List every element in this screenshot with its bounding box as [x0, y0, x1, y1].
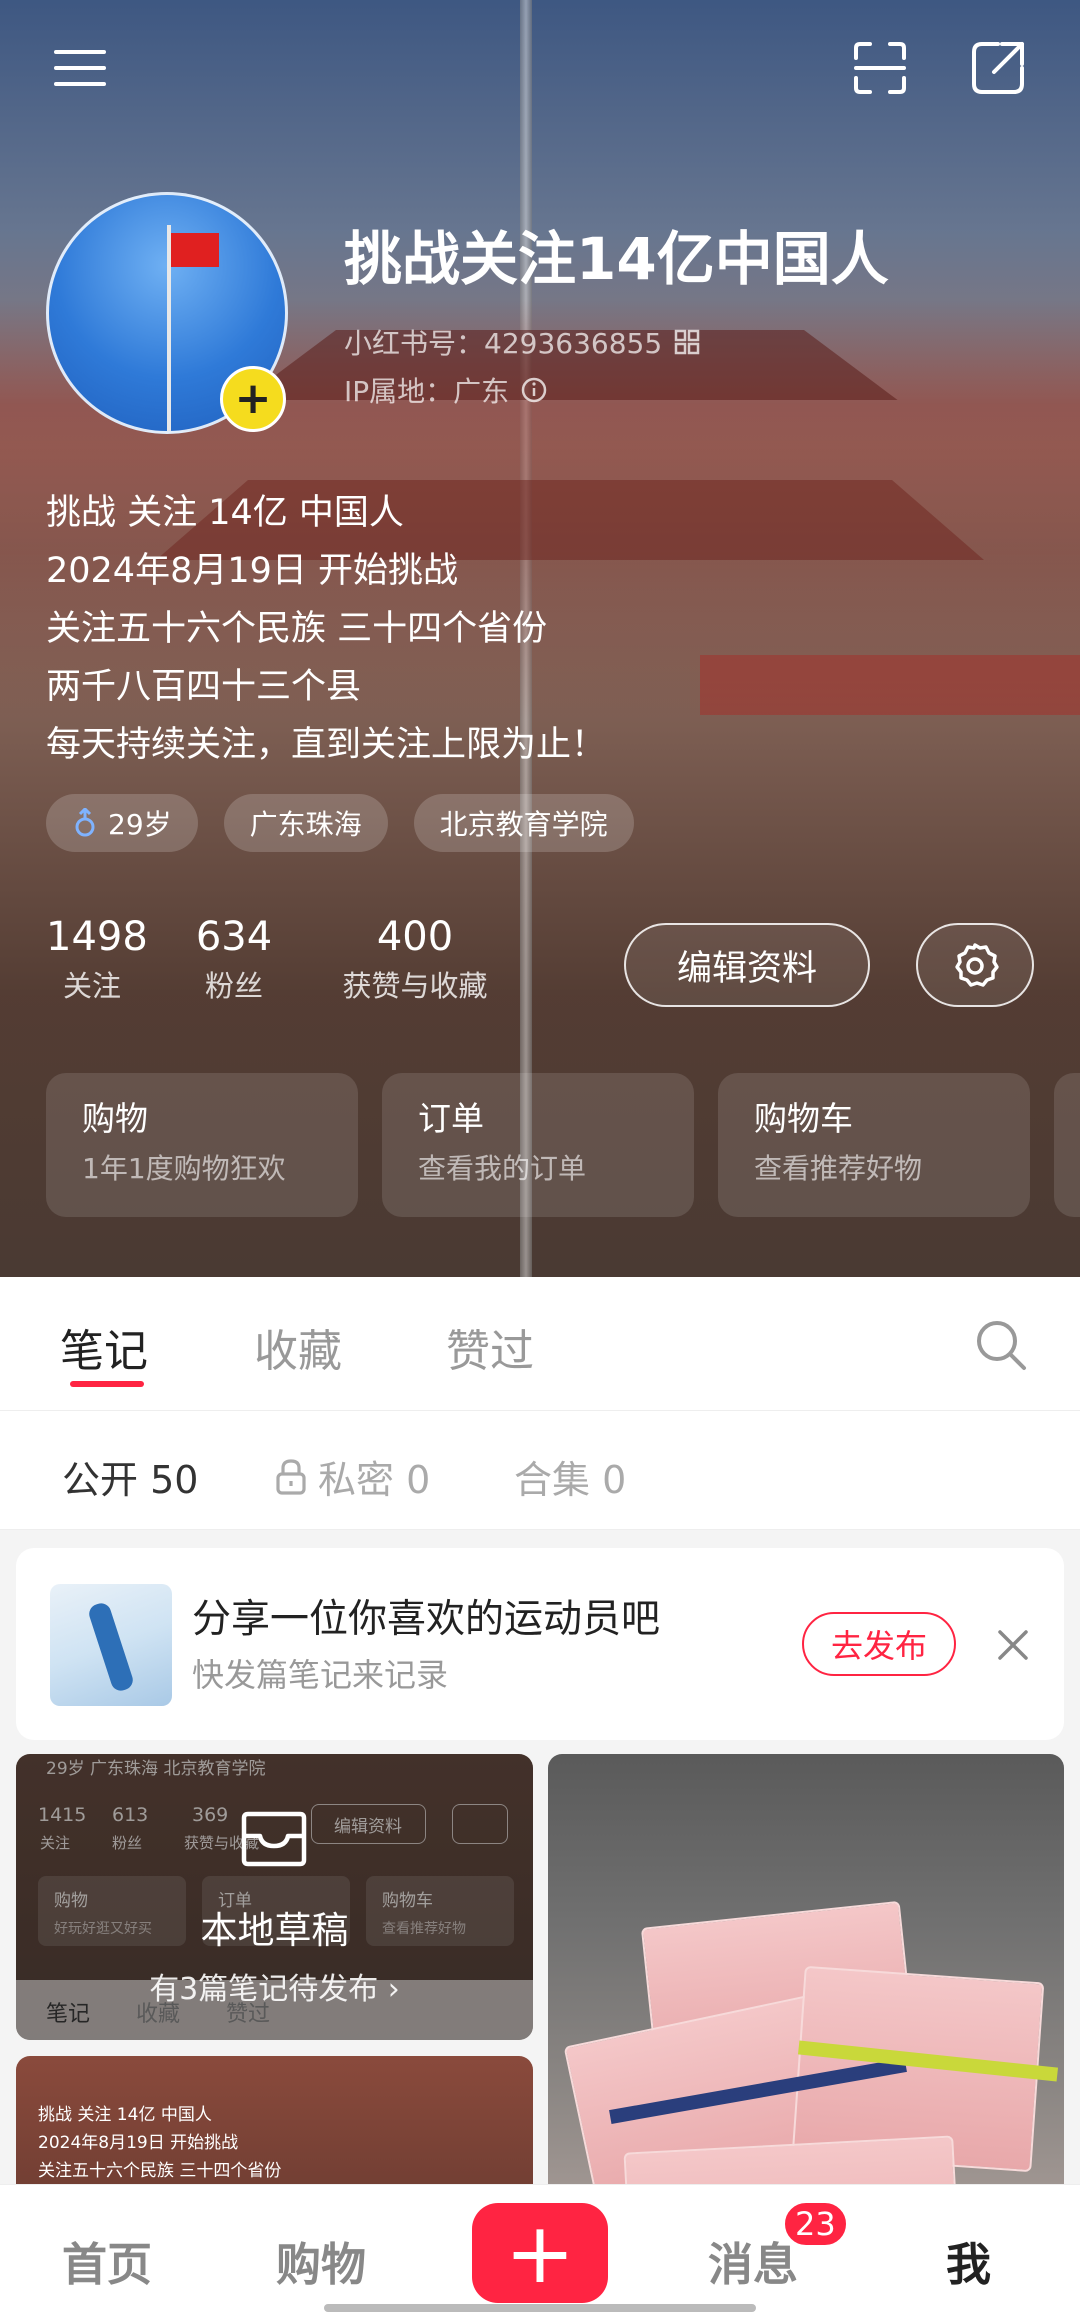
search-icon[interactable] [972, 1316, 1030, 1374]
user-id[interactable]: 小红书号：4293636855 [344, 322, 702, 362]
bio-line: 2024年8月19日 开始挑战 [46, 551, 459, 591]
drafts-title: 本地草稿 [200, 1909, 349, 1952]
prompt-title: 分享一位你喜欢的运动员吧 [192, 1597, 661, 1642]
bio-line: 挑战 关注 14亿 中国人 [46, 493, 404, 533]
settings-button[interactable] [916, 923, 1034, 1007]
bio-line: 关注五十六个民族 三十四个省份 [46, 609, 548, 649]
bio-line: 每天持续关注，直到关注上限为止！ [46, 725, 607, 765]
profile-tags: 29岁 广东珠海 北京教育学院 [46, 794, 634, 852]
drafts-subtitle[interactable]: 有3篇笔记待发布 › [16, 1964, 533, 2008]
bio: 挑战 关注 14亿 中国人 2024年8月19日 开始挑战 关注五十六个民族 三… [46, 484, 606, 774]
share-icon[interactable] [968, 38, 1028, 98]
card-orders[interactable]: 订单 查看我的订单 [382, 1073, 694, 1217]
avatar-add-button[interactable]: + [220, 366, 286, 432]
note-preview-line: 关注五十六个民族 三十四个省份 [38, 2161, 282, 2181]
content-tabs: 笔记 收藏 赞过 [0, 1277, 1080, 1410]
nav-home[interactable]: 首页 [62, 2228, 152, 2293]
create-post-button[interactable]: + [472, 2203, 608, 2303]
tag-school: 北京教育学院 [413, 794, 634, 852]
note-preview-line: 挑战 关注 14亿 中国人 [38, 2105, 212, 2125]
nav-shop[interactable]: 购物 [276, 2228, 366, 2293]
athlete-thumbnail [50, 1584, 172, 1706]
publish-prompt-card[interactable]: 分享一位你喜欢的运动员吧 快发篇笔记来记录 去发布 [16, 1548, 1064, 1740]
card-subtitle: 查看我的订单 [418, 1152, 587, 1185]
card-next-peek[interactable] [1054, 1073, 1080, 1217]
tag-age: 29岁 [46, 794, 198, 852]
edit-profile-button[interactable]: 编辑资料 [624, 923, 870, 1007]
nav-messages[interactable]: 消息 [708, 2228, 798, 2293]
prompt-subtitle: 快发篇笔记来记录 [192, 1656, 449, 1694]
card-title: 购物车 [754, 1099, 853, 1138]
card-subtitle: 1年1度购物狂欢 [82, 1152, 286, 1185]
messages-badge: 23 [782, 2200, 849, 2248]
ip-location-text: IP属地：广东 [344, 375, 510, 408]
filter-public[interactable]: 公开 50 [62, 1449, 198, 1504]
active-tab-indicator [70, 1381, 144, 1387]
stat-followers-label: 粉丝 [204, 969, 263, 1003]
avatar-flag [171, 233, 219, 267]
stat-likes[interactable]: 400 获赞与收藏 [330, 910, 500, 1008]
stat-followers[interactable]: 634 粉丝 [192, 910, 276, 1008]
male-icon [75, 808, 95, 837]
home-indicator [324, 2304, 756, 2312]
gear-icon [955, 943, 999, 987]
card-title: 订单 [418, 1099, 484, 1138]
qrcode-icon[interactable] [672, 327, 702, 357]
lock-icon [276, 1458, 306, 1495]
stat-likes-label: 获赞与收藏 [342, 969, 488, 1003]
stat-followers-count: 634 [195, 914, 273, 960]
tag-age-label: 29岁 [108, 808, 172, 841]
stat-likes-count: 400 [376, 914, 454, 960]
card-subtitle: 查看推荐好物 [754, 1152, 923, 1185]
shortcut-cards: 购物 1年1度购物狂欢 订单 查看我的订单 购物车 查看推荐好物 [46, 1073, 1080, 1217]
inbox-icon [238, 1806, 310, 1870]
card-shopping[interactable]: 购物 1年1度购物狂欢 [46, 1073, 358, 1217]
bio-line: 两千八百四十三个县 [46, 667, 362, 707]
scan-icon[interactable] [850, 38, 910, 98]
stat-following-label: 关注 [62, 969, 121, 1003]
nav-me[interactable]: 我 [946, 2228, 991, 2293]
note-filter-tabs: 公开 50 私密 0 合集 0 [0, 1410, 1080, 1530]
tag-location: 广东珠海 [223, 794, 388, 852]
user-id-text: 小红书号：4293636855 [344, 327, 663, 360]
card-title: 购物 [82, 1099, 148, 1138]
nickname: 挑战关注14亿中国人 [344, 225, 889, 293]
info-icon[interactable] [519, 375, 549, 405]
tab-collections[interactable]: 收藏 [254, 1315, 342, 1379]
menu-icon[interactable] [50, 38, 110, 98]
tab-liked[interactable]: 赞过 [446, 1315, 534, 1379]
close-icon[interactable] [990, 1622, 1036, 1668]
banner-background [700, 655, 1080, 715]
card-cart[interactable]: 购物车 查看推荐好物 [718, 1073, 1030, 1217]
ip-location[interactable]: IP属地：广东 [344, 370, 549, 410]
publish-button[interactable]: 去发布 [802, 1612, 956, 1676]
stat-following-count: 1498 [46, 914, 148, 960]
note-preview-line: 2024年8月19日 开始挑战 [38, 2133, 239, 2153]
profile-stats: 1498 关注 634 粉丝 400 获赞与收藏 [46, 910, 500, 1008]
stat-following[interactable]: 1498 关注 [46, 910, 148, 1008]
filter-album[interactable]: 合集 0 [514, 1449, 626, 1504]
filter-private[interactable]: 私密 0 [274, 1449, 430, 1504]
filter-private-label: 私密 0 [318, 1458, 431, 1502]
tab-notes[interactable]: 笔记 [60, 1315, 148, 1379]
